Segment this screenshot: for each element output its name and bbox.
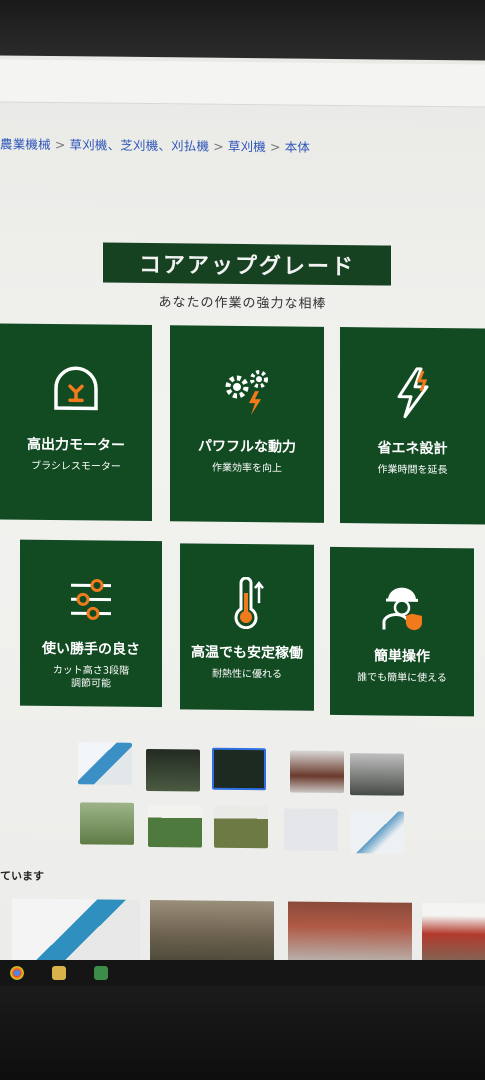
feature-card-power: パワフルな動力 作業効率を向上 bbox=[170, 325, 324, 523]
feature-card-usability: 使い勝手の良さ カット高さ3段階 調節可能 bbox=[20, 539, 162, 708]
feature-subtitle: 誰でも簡単に使える bbox=[357, 672, 447, 685]
breadcrumb-item-grass-cutter[interactable]: 草刈機 bbox=[228, 139, 266, 154]
gallery-thumbnail[interactable] bbox=[350, 753, 404, 796]
gallery-thumbnail[interactable] bbox=[78, 742, 132, 785]
feature-card-heat: 高温でも安定稼働 耐熱性に優れる bbox=[180, 543, 314, 711]
browser-viewport: 農業機械 > 草刈機、芝刈機、刈払機 > 草刈機 > 本体 コアアップグレード あなたの作業… bbox=[0, 55, 485, 971]
hero-subtitle: あなたの作業の強力な相棒 bbox=[158, 295, 327, 312]
feature-subtitle: ブラシレスモーター bbox=[31, 460, 121, 473]
feature-card-motor: 高出力モーター ブラシレスモーター bbox=[0, 323, 152, 522]
feature-subtitle: 作業効率を向上 bbox=[212, 462, 282, 475]
lightning-icon bbox=[397, 367, 428, 419]
gallery-thumbnail[interactable] bbox=[148, 805, 202, 848]
related-section-label: ています bbox=[0, 869, 44, 883]
related-product-image[interactable] bbox=[288, 901, 412, 965]
app-icon[interactable] bbox=[94, 966, 108, 980]
feature-title: 使い勝手の良さ bbox=[42, 640, 140, 658]
feature-subtitle: 作業時間を延長 bbox=[377, 464, 448, 477]
breadcrumb-separator: > bbox=[54, 137, 66, 153]
gears-lightning-icon bbox=[225, 370, 268, 416]
related-product-image[interactable] bbox=[12, 898, 140, 962]
sliders-icon bbox=[71, 578, 111, 620]
breadcrumb-separator: > bbox=[270, 139, 281, 155]
breadcrumb-item-agri[interactable]: 農業機械 bbox=[0, 136, 51, 152]
breadcrumb-separator: > bbox=[213, 138, 224, 154]
breadcrumb-item-mowers[interactable]: 草刈機、芝刈機、刈払機 bbox=[70, 137, 210, 153]
related-product-image[interactable] bbox=[422, 902, 485, 966]
gallery-thumbnail[interactable] bbox=[350, 811, 404, 854]
gallery-thumbnail[interactable] bbox=[80, 802, 134, 845]
os-taskbar bbox=[0, 960, 485, 986]
feature-title: 簡単操作 bbox=[374, 648, 430, 665]
page-header-bar bbox=[0, 59, 485, 108]
folder-icon[interactable] bbox=[52, 966, 66, 980]
monitor-bezel-top bbox=[0, 0, 485, 62]
gallery-thumbnail[interactable] bbox=[284, 808, 338, 852]
feature-title: 高温でも安定稼働 bbox=[191, 644, 303, 662]
motor-icon bbox=[54, 366, 98, 411]
monitor-bezel-bottom bbox=[0, 986, 485, 1080]
feature-card-energy: 省エネ設計 作業時間を延長 bbox=[340, 327, 485, 525]
worker-shield-icon bbox=[382, 587, 422, 631]
feature-title: 高出力モーター bbox=[27, 436, 125, 454]
feature-card-easy: 簡単操作 誰でも簡単に使える bbox=[330, 546, 474, 717]
feature-subtitle: 耐熱性に優れる bbox=[212, 668, 282, 681]
gallery-thumbnail-selected[interactable] bbox=[212, 747, 266, 791]
breadcrumb-item-body[interactable]: 本体 bbox=[285, 139, 310, 154]
feature-subtitle: カット高さ3段階 調節可能 bbox=[52, 665, 130, 690]
feature-title: パワフルな動力 bbox=[198, 438, 296, 456]
gallery-thumbnail[interactable] bbox=[290, 750, 344, 794]
gallery-thumbnail[interactable] bbox=[146, 748, 200, 792]
breadcrumb: 農業機械 > 草刈機、芝刈機、刈払機 > 草刈機 > 本体 bbox=[0, 133, 485, 158]
hero-banner: コアアップグレード bbox=[103, 242, 391, 286]
gallery-thumbnail[interactable] bbox=[214, 805, 268, 849]
thermometer-icon bbox=[234, 576, 264, 630]
related-product-image[interactable] bbox=[150, 900, 274, 964]
chrome-icon[interactable] bbox=[10, 966, 24, 980]
feature-title: 省エネ設計 bbox=[377, 440, 448, 458]
